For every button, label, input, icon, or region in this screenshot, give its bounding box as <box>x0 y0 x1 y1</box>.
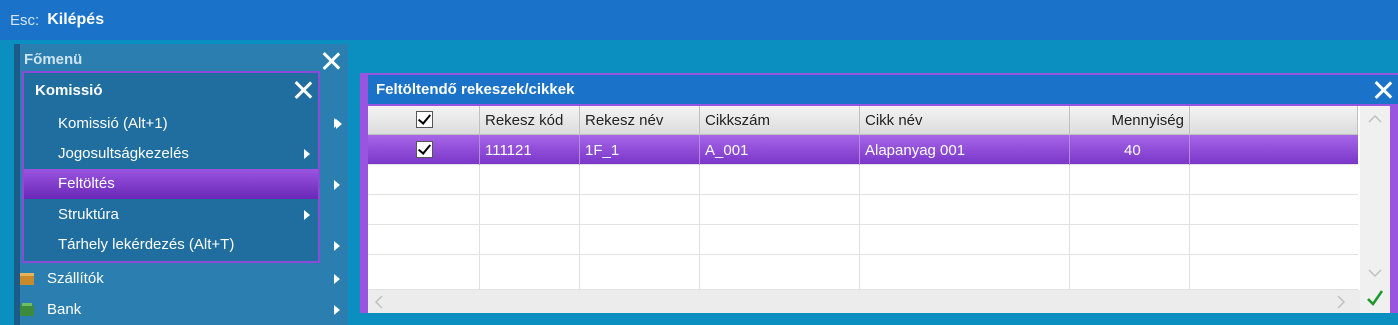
column-header-empty <box>1190 106 1358 135</box>
sub-menu-item-komissio[interactable]: Komissió (Alt+1) <box>24 109 342 139</box>
chevron-right-icon <box>304 149 310 159</box>
table-row-empty <box>368 195 1358 225</box>
sub-menu-title: Komissió <box>35 82 103 99</box>
table-row-empty <box>368 165 1358 195</box>
main-menu-header: Főmenü <box>14 44 348 74</box>
sub-menu-item-label: Struktúra <box>58 206 119 223</box>
window-title: Feltöltendő rekeszek/cikkek <box>376 81 575 98</box>
main-menu-item-szallitok[interactable]: Szállítók <box>14 264 348 294</box>
sub-menu-item-struktura[interactable]: Struktúra <box>24 200 318 230</box>
sub-menu-item-tarhely[interactable]: Tárhely lekérdezés (Alt+T) <box>24 230 318 260</box>
cell-cikkszam: A_001 <box>700 135 860 165</box>
sub-menu-item-label: Komissió (Alt+1) <box>58 115 168 132</box>
column-header-cikkszam[interactable]: Cikkszám <box>700 106 860 135</box>
scroll-right-icon[interactable] <box>1336 295 1346 309</box>
column-header-select[interactable] <box>368 106 480 135</box>
chevron-right-icon <box>304 210 310 220</box>
close-main-menu-icon[interactable] <box>320 50 342 72</box>
table-row-empty <box>368 255 1358 290</box>
cell-rekesz-kod: 111121 <box>480 135 580 165</box>
select-all-checkbox[interactable] <box>416 111 433 128</box>
table-row[interactable]: 111121 1F_1 A_001 Alapanyag 001 40 <box>368 135 1358 165</box>
column-header-rekesz-nev[interactable]: Rekesz név <box>580 106 700 135</box>
sub-menu-panel: Komissió Komissió (Alt+1) Jogosultságkez… <box>22 71 342 263</box>
exit-button[interactable]: Kilépés <box>47 11 104 29</box>
vertical-scrollbar[interactable] <box>1360 106 1390 313</box>
sub-menu-item-label: Jogosultságkezelés <box>58 145 189 162</box>
esc-hint: Esc: <box>10 11 40 29</box>
main-menu-item-label: Szállítók <box>47 270 104 287</box>
scroll-left-icon[interactable] <box>374 295 384 309</box>
close-window-icon[interactable] <box>1372 79 1394 101</box>
main-menu-item-label: Bank <box>47 301 82 318</box>
column-header-cikk-nev[interactable]: Cikk név <box>860 106 1070 135</box>
top-bar: Esc: Kilépés <box>0 0 1398 40</box>
sub-menu-item-label: Feltöltés <box>58 175 115 192</box>
cell-cikk-nev: Alapanyag 001 <box>860 135 1070 165</box>
close-sub-menu-icon[interactable] <box>292 79 314 101</box>
horizontal-scrollbar[interactable] <box>368 290 1360 313</box>
chevron-right-icon <box>334 274 340 284</box>
chevron-right-icon <box>334 118 340 128</box>
fill-window: Feltöltendő rekeszek/cikkek Rekesz kód R… <box>360 73 1398 313</box>
box-icon <box>20 273 34 285</box>
main-menu-title: Főmenü <box>24 51 83 68</box>
chevron-right-icon <box>334 180 340 190</box>
bank-icon <box>20 303 34 316</box>
table-row-empty <box>368 225 1358 255</box>
sub-menu-item-label: Tárhely lekérdezés (Alt+T) <box>58 236 235 253</box>
column-header-rekesz-kod[interactable]: Rekesz kód <box>480 106 580 135</box>
cell-empty <box>1190 135 1358 165</box>
main-menu-item-bank[interactable]: Bank <box>14 295 348 325</box>
chevron-right-icon <box>334 241 340 251</box>
sub-menu-item-jogosultsagkezeles[interactable]: Jogosultságkezelés <box>24 139 318 169</box>
row-checkbox[interactable] <box>416 141 433 158</box>
row-checkbox-cell[interactable] <box>368 135 480 165</box>
chevron-right-icon <box>334 305 340 315</box>
column-header-mennyiseg[interactable]: Mennyiség <box>1070 106 1190 135</box>
side-strip <box>14 44 20 325</box>
data-grid: Rekesz kód Rekesz név Cikkszám Cikk név … <box>368 106 1390 313</box>
cell-rekesz-nev: 1F_1 <box>580 135 700 165</box>
confirm-check-icon[interactable] <box>1366 289 1384 307</box>
window-title-bar: Feltöltendő rekeszek/cikkek <box>368 75 1398 104</box>
sub-menu-item-feltoltes[interactable]: Feltöltés <box>24 169 318 199</box>
cell-mennyiseg: 40 <box>1070 135 1190 165</box>
scroll-down-icon[interactable] <box>1368 268 1382 278</box>
sub-menu-header: Komissió <box>24 73 318 106</box>
scroll-up-icon[interactable] <box>1368 114 1382 124</box>
